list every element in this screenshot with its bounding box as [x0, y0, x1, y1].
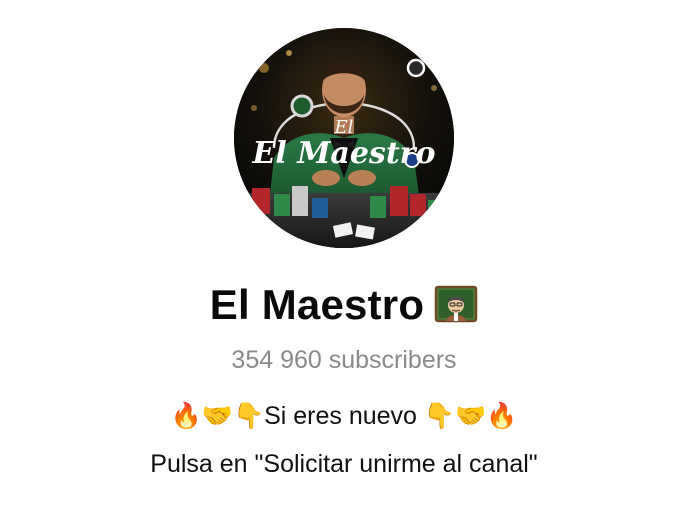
svg-text:El: El: [334, 117, 354, 138]
channel-title: El Maestro: [209, 281, 425, 328]
description-line-1: 🔥🤝👇Si eres nuevo 👇🤝🔥: [170, 402, 518, 430]
channel-avatar-image: El El Maestro: [234, 28, 454, 248]
description-line-2: Pulsa en "Solicitar unirme al canal": [150, 450, 538, 478]
svg-text:El Maestro: El Maestro: [251, 136, 435, 171]
channel-profile: El El Maestro El Maestro 354 960 subscri…: [0, 0, 688, 514]
subscriber-count: 354 960 subscribers: [231, 346, 457, 374]
teacher-icon: [434, 285, 478, 329]
channel-title-row: El Maestro: [0, 275, 688, 335]
channel-avatar[interactable]: El El Maestro: [234, 28, 454, 248]
